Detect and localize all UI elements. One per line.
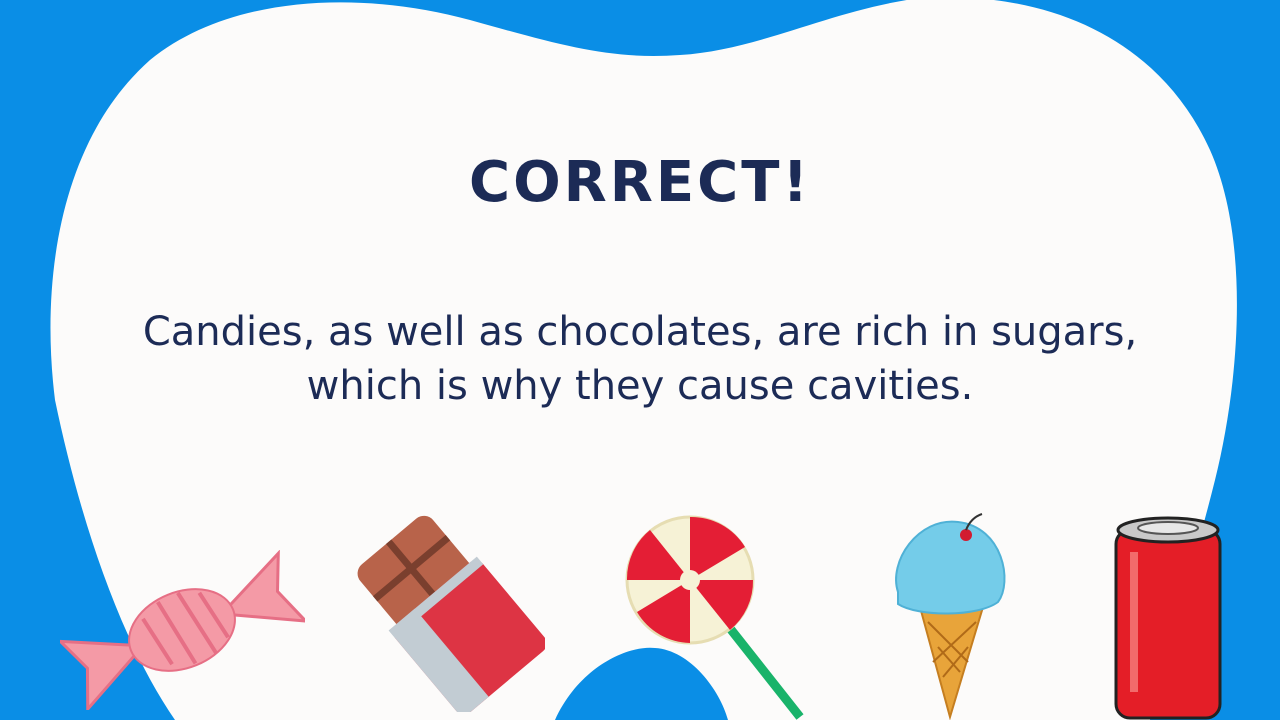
chocolate-bar-icon bbox=[357, 515, 545, 712]
wrapped-candy-icon bbox=[60, 550, 305, 710]
slide: CORRECT! Candies, as well as chocolates,… bbox=[0, 0, 1280, 720]
soda-can-icon bbox=[1114, 516, 1222, 720]
lollipop-icon bbox=[625, 515, 804, 720]
explanation-text: Candies, as well as chocolates, are rich… bbox=[142, 309, 1138, 409]
result-title: CORRECT! bbox=[468, 150, 812, 215]
ice-cream-cone-icon bbox=[895, 513, 1006, 720]
